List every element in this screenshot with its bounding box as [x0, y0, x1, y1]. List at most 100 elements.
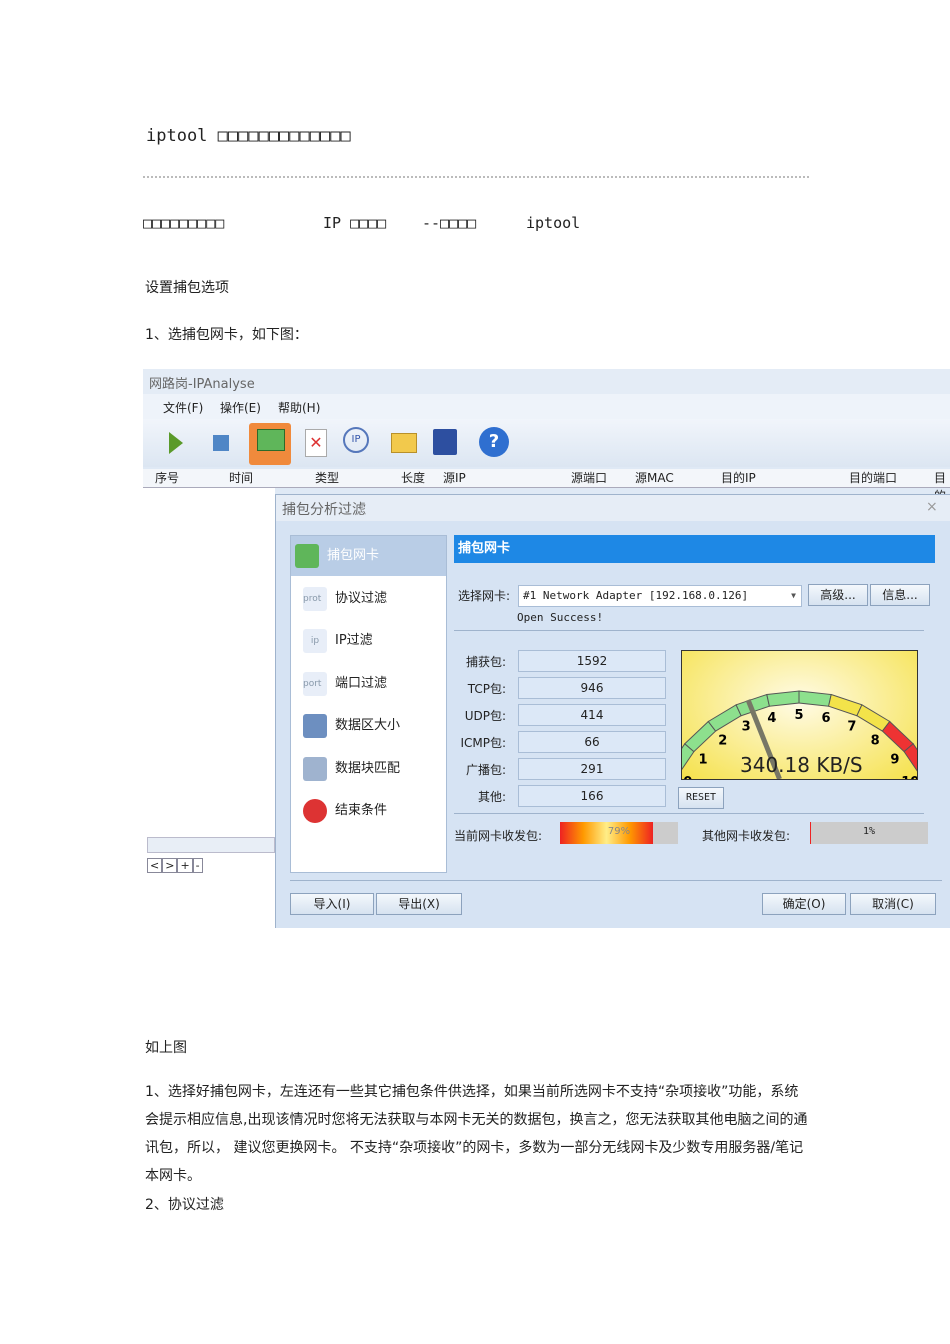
menu-action[interactable]: 操作(E): [220, 399, 261, 416]
stat-label: ICMP包:: [460, 736, 506, 750]
body-paragraph: 1、选择好捕包网卡，左连还有一些其它捕包条件供选择，如果当前所选网卡不支持“杂项…: [145, 1084, 808, 1184]
stat-value: 946: [518, 677, 666, 699]
gauge-segment: [766, 690, 800, 707]
col-length[interactable]: 长度: [401, 469, 425, 487]
ok-button[interactable]: 确定(O): [762, 893, 846, 915]
panel-header: 捕包网卡: [454, 535, 935, 563]
ip-icon: ip: [303, 628, 327, 653]
advanced-button[interactable]: 高级...: [808, 584, 868, 606]
stat-label: TCP包:: [467, 682, 506, 696]
gauge-tick-label: 8: [871, 734, 880, 749]
nav-item-ip[interactable]: ip IP过滤: [299, 621, 449, 661]
subtitle-4: iptool: [526, 214, 581, 232]
h-scrollbar[interactable]: [147, 837, 275, 853]
stat-value: 166: [518, 785, 666, 807]
gauge-segment: [828, 693, 863, 717]
title-bar: 网路岗-IPAnalyse: [143, 369, 950, 394]
select-adapter-label: 选择网卡:: [457, 589, 510, 603]
doc-title: iptool □□□□□□□□□□□□□: [146, 126, 351, 146]
data-size-icon: [303, 713, 327, 738]
export-button[interactable]: 导出(X): [376, 893, 462, 915]
stat-label: 捕获包:: [465, 655, 506, 669]
nav-item-protocol[interactable]: prot 协议过滤: [299, 579, 449, 619]
protocol-icon: prot: [303, 586, 327, 611]
info-button[interactable]: 信息...: [870, 584, 930, 606]
heading-capture-options: 设置捕包选项: [145, 280, 229, 296]
close-icon[interactable]: ×: [926, 499, 938, 515]
app-screenshot: 网路岗-IPAnalyse 文件(F) 操作(E) 帮助(H) ✕ IP ? 序…: [143, 369, 950, 928]
nav-add[interactable]: +: [177, 858, 193, 873]
speed-gauge: 0 123 4 5 6 789 10 340.18 KB/S: [665, 650, 933, 790]
column-header: 序号 时间 类型 长度 源IP 源端口 源MAC 目的IP 目的端口 目的: [143, 469, 950, 503]
cancel-button[interactable]: 取消(C): [850, 893, 936, 915]
menu-help[interactable]: 帮助(H): [278, 399, 320, 416]
help-icon[interactable]: ?: [479, 427, 509, 457]
separator: [290, 880, 942, 881]
subtitle-3: --□□□□: [422, 214, 477, 232]
step-2: 2、协议过滤: [145, 1197, 224, 1213]
col-index[interactable]: 序号: [155, 469, 179, 487]
separator: [454, 813, 924, 814]
gauge-tick-label: 3: [742, 720, 751, 735]
save-icon[interactable]: [433, 429, 457, 455]
gauge-segment: [684, 720, 717, 753]
gauge-tick-label: 5: [794, 708, 803, 723]
nav-item-block-match[interactable]: 数据块匹配: [299, 749, 449, 789]
stop-icon[interactable]: [213, 435, 229, 451]
adapter-filter-icon[interactable]: [249, 423, 291, 465]
app-title: 网路岗-IPAnalyse: [149, 377, 255, 392]
gauge-tick-label: 7: [847, 720, 856, 735]
reset-button[interactable]: RESET: [678, 787, 724, 809]
current-adapter-bar: 79%: [560, 822, 678, 844]
subtitle-2: IP □□□□: [323, 214, 387, 232]
nav-item-data-size[interactable]: 数据区大小: [299, 706, 449, 746]
chevron-down-icon: ▼: [791, 591, 796, 600]
nav-remove[interactable]: -: [192, 858, 203, 873]
filter-nav: 捕包网卡 prot 协议过滤 ip IP过滤 port 端口过滤 数据区大小 数据块匹…: [290, 535, 447, 873]
menu-file[interactable]: 文件(F): [163, 399, 203, 416]
adapter-select[interactable]: #1 Network Adapter [192.168.0.126] ▼: [518, 585, 802, 607]
start-icon[interactable]: [169, 432, 183, 454]
toolbar: ✕ IP ?: [143, 419, 950, 467]
ip-search-icon[interactable]: IP: [343, 427, 369, 453]
gauge-tick-label: 0: [683, 775, 692, 779]
col-src-ip[interactable]: 源IP: [443, 469, 466, 487]
subtitle-1: □□□□□□□□□: [143, 214, 225, 232]
nav-item-port[interactable]: port 端口过滤: [299, 664, 449, 704]
gauge-tick-label: 10: [901, 775, 917, 779]
clear-icon[interactable]: ✕: [305, 429, 327, 457]
divider: [143, 176, 809, 178]
gauge-tick-label: 9: [890, 752, 899, 767]
col-time[interactable]: 时间: [229, 469, 253, 487]
stat-value: 66: [518, 731, 666, 753]
step-1: 1、选捕包网卡，如下图：: [145, 327, 308, 343]
import-button[interactable]: 导入(I): [290, 893, 374, 915]
col-type[interactable]: 类型: [315, 469, 339, 487]
nav-next[interactable]: >: [162, 858, 178, 873]
other-adapter-label: 其他网卡收发包:: [702, 829, 791, 843]
other-adapter-bar: 1%: [810, 822, 928, 844]
gauge-tick-label: 2: [718, 734, 727, 749]
binary-icon: [303, 756, 327, 781]
nav-buttons: < > + -: [147, 858, 203, 873]
col-src-port[interactable]: 源端口: [571, 469, 607, 487]
stat-value: 291: [518, 758, 666, 780]
caption: 如上图: [145, 1040, 187, 1056]
stat-value: 1592: [518, 650, 666, 672]
gauge-segment: [798, 690, 832, 707]
adapter-icon: [295, 543, 319, 568]
open-status: Open Success!: [517, 611, 604, 624]
current-adapter-label: 当前网卡收发包:: [454, 829, 543, 843]
nav-prev[interactable]: <: [147, 858, 163, 873]
port-icon: port: [303, 671, 327, 696]
filter-dialog: 捕包分析过滤 × 捕包网卡 prot 协议过滤 ip IP过滤 port 端口过滤 数…: [275, 494, 950, 928]
col-dst-port[interactable]: 目的端口: [849, 469, 897, 487]
open-icon[interactable]: [391, 433, 417, 453]
col-dst-ip[interactable]: 目的IP: [721, 469, 756, 487]
separator: [454, 630, 924, 631]
nav-item-stop-condition[interactable]: 结束条件: [299, 791, 449, 831]
col-src-mac[interactable]: 源MAC: [635, 469, 674, 487]
gauge-segment: [881, 720, 914, 753]
stat-label: UDP包:: [464, 709, 506, 723]
nav-item-adapter[interactable]: 捕包网卡: [291, 536, 446, 576]
